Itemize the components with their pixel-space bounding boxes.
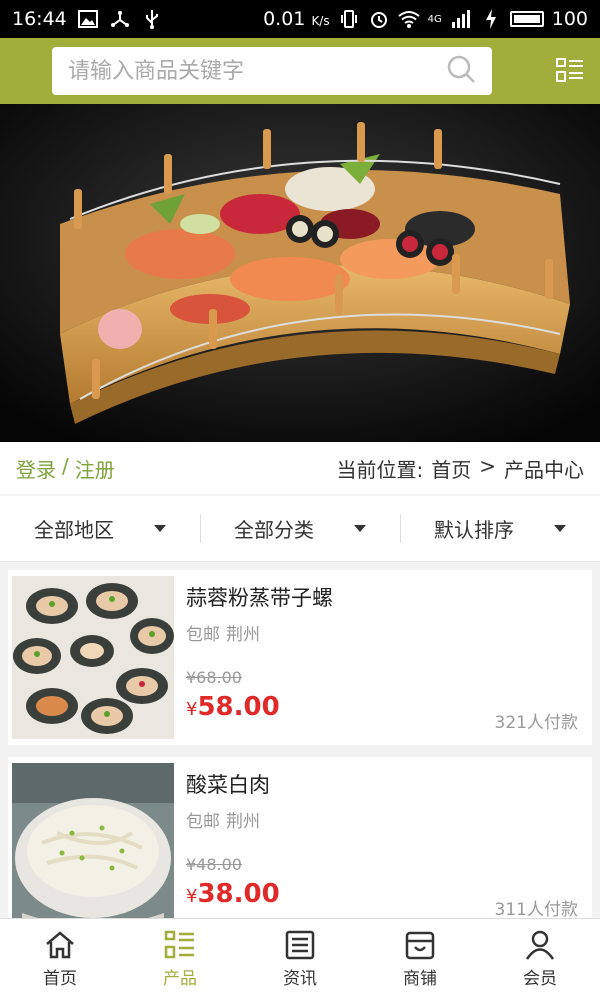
filter-category-label: 全部分类 xyxy=(234,518,314,542)
product-shipping: 包邮 xyxy=(186,812,220,832)
product-shipping: 包邮 xyxy=(186,625,220,645)
network-speed-unit: K/s xyxy=(311,14,330,28)
usb-icon xyxy=(141,9,163,29)
breadcrumb-arrow: > xyxy=(479,453,496,478)
search-icon[interactable] xyxy=(446,54,476,88)
share-notification-icon xyxy=(109,9,131,29)
network-type: 4G xyxy=(427,13,442,25)
product-info: 蒜蓉粉蒸带子螺 包邮 荆州 ¥68.00 ¥58.00 321人付款 xyxy=(174,576,588,739)
location-label: 当前位置: xyxy=(336,457,424,482)
filter-category[interactable]: 全部分类 xyxy=(200,496,400,561)
price-value: 38.00 xyxy=(197,879,280,909)
product-price: ¥58.00 xyxy=(186,692,280,722)
login-link[interactable]: 登录 xyxy=(16,454,56,483)
product-list: 蒜蓉粉蒸带子螺 包邮 荆州 ¥68.00 ¥58.00 321人付款 酸菜白肉 … xyxy=(0,562,600,932)
tab-home[interactable]: 首页 xyxy=(0,919,120,1000)
bottom-tab-bar: 首页 产品 资讯 商铺 会员 xyxy=(0,918,600,1000)
filter-sort[interactable]: 默认排序 xyxy=(400,496,600,561)
home-icon xyxy=(46,931,74,959)
battery-icon xyxy=(509,11,544,27)
menu-list-icon xyxy=(556,58,583,82)
chevron-down-icon xyxy=(554,525,566,532)
filter-region[interactable]: 全部地区 xyxy=(0,496,200,561)
sushi-boat-illustration xyxy=(0,104,600,442)
product-original-price: ¥48.00 xyxy=(186,855,242,874)
alarm-icon xyxy=(368,9,390,29)
tab-news-label: 资讯 xyxy=(283,969,317,989)
status-time: 16:44 xyxy=(12,8,67,30)
status-bar: 16:44 0.01 K/s 4G 100 xyxy=(0,0,600,38)
product-sold-count: 321人付款 xyxy=(494,713,578,733)
product-meta: 包邮 荆州 xyxy=(186,620,588,645)
product-price: ¥38.00 xyxy=(186,879,280,909)
breadcrumb-current: 产品中心 xyxy=(504,457,584,482)
header xyxy=(0,38,600,104)
product-meta: 包邮 荆州 xyxy=(186,807,588,832)
filter-bar: 全部地区 全部分类 默认排序 xyxy=(0,496,600,562)
login-register: 登录 / 注册 xyxy=(16,454,115,483)
menu-button[interactable] xyxy=(552,53,588,89)
product-image[interactable] xyxy=(12,576,174,739)
price-currency: ¥ xyxy=(186,699,198,720)
network-speed: 0.01 K/s xyxy=(263,8,330,30)
tab-home-label: 首页 xyxy=(43,969,77,989)
tab-news[interactable]: 资讯 xyxy=(240,919,360,1000)
product-info: 酸菜白肉 包邮 荆州 ¥48.00 ¥38.00 311人付款 xyxy=(174,763,588,926)
product-original-price: ¥68.00 xyxy=(186,668,242,687)
product-city: 荆州 xyxy=(226,812,260,832)
filter-region-label: 全部地区 xyxy=(34,518,114,542)
news-icon xyxy=(285,930,315,960)
price-currency: ¥ xyxy=(186,886,198,907)
battery-level: 100 xyxy=(551,8,588,30)
tab-products[interactable]: 产品 xyxy=(120,919,240,1000)
chevron-down-icon xyxy=(354,525,366,532)
tab-shop-label: 商铺 xyxy=(403,969,437,989)
banner-image[interactable] xyxy=(0,104,600,442)
product-name[interactable]: 蒜蓉粉蒸带子螺 xyxy=(186,582,588,612)
wifi-icon xyxy=(397,9,420,29)
user-icon xyxy=(525,930,555,960)
product-card[interactable]: 蒜蓉粉蒸带子螺 包邮 荆州 ¥68.00 ¥58.00 321人付款 xyxy=(8,570,592,745)
shop-icon xyxy=(405,931,435,960)
signal-icon xyxy=(450,9,472,29)
search-box[interactable] xyxy=(52,47,492,95)
product-image[interactable] xyxy=(12,763,174,926)
product-city: 荆州 xyxy=(226,625,260,645)
breadcrumb-home[interactable]: 首页 xyxy=(431,454,471,483)
image-notification-icon xyxy=(77,9,99,29)
vibrate-icon xyxy=(338,9,360,29)
login-separator: / xyxy=(62,453,69,478)
search-input[interactable] xyxy=(68,58,446,84)
price-value: 58.00 xyxy=(197,692,280,722)
tab-member-label: 会员 xyxy=(523,969,557,989)
product-card[interactable]: 酸菜白肉 包邮 荆州 ¥48.00 ¥38.00 311人付款 xyxy=(8,757,592,932)
product-list-icon xyxy=(164,930,194,959)
network-speed-value: 0.01 xyxy=(263,8,306,30)
breadcrumb-row: 登录 / 注册 当前位置: 首页 > 产品中心 xyxy=(0,442,600,494)
chevron-down-icon xyxy=(154,525,166,532)
tab-products-label: 产品 xyxy=(163,969,197,989)
product-name[interactable]: 酸菜白肉 xyxy=(186,769,588,799)
charging-icon xyxy=(480,9,502,29)
register-link[interactable]: 注册 xyxy=(75,454,115,483)
product-sold-count: 311人付款 xyxy=(494,900,578,920)
filter-sort-label: 默认排序 xyxy=(434,518,514,542)
tab-shop[interactable]: 商铺 xyxy=(360,919,480,1000)
breadcrumb: 当前位置: 首页 > 产品中心 xyxy=(336,454,584,483)
tab-member[interactable]: 会员 xyxy=(480,919,600,1000)
